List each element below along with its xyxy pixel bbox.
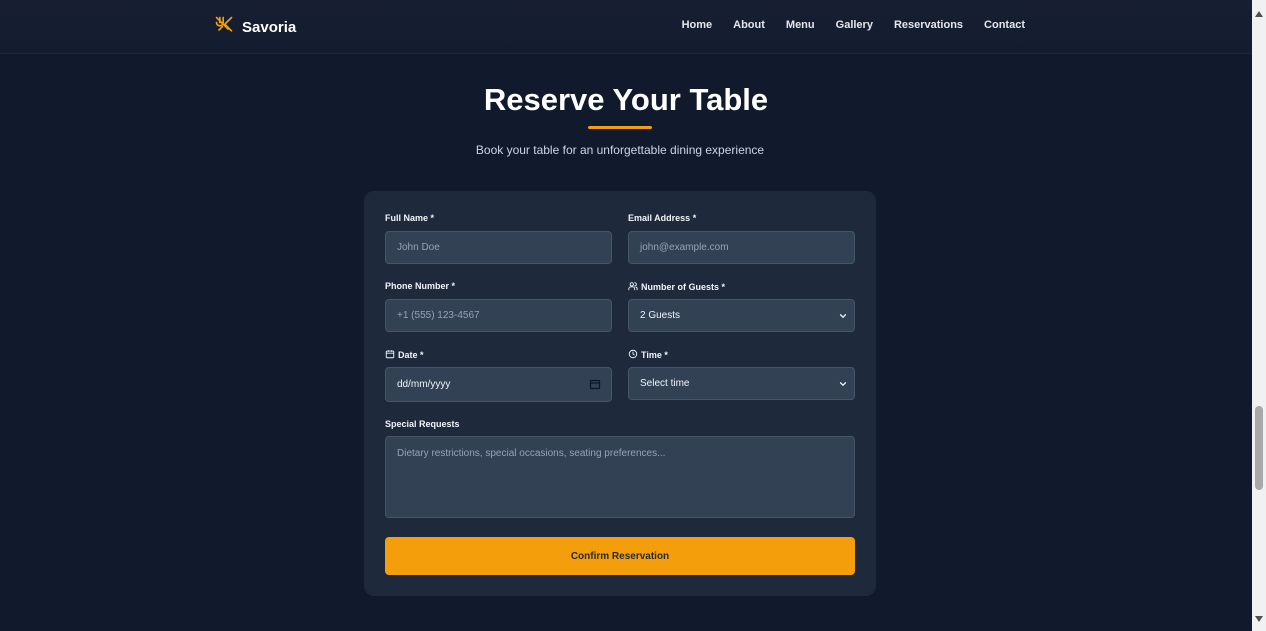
nav-reservations[interactable]: Reservations bbox=[894, 19, 963, 31]
nav-about[interactable]: About bbox=[733, 19, 765, 31]
time-select[interactable]: Select time bbox=[628, 367, 855, 400]
time-label: Time * bbox=[628, 349, 668, 361]
nav-gallery[interactable]: Gallery bbox=[836, 19, 873, 31]
confirm-reservation-button[interactable]: Confirm Reservation bbox=[385, 537, 855, 575]
phone-label-text: Phone Number * bbox=[385, 281, 456, 291]
nav-home[interactable]: Home bbox=[682, 19, 713, 31]
navbar: Savoria Home About Menu Gallery Reservat… bbox=[0, 0, 1252, 54]
scroll-down-arrow-icon[interactable] bbox=[1255, 609, 1263, 627]
special-requests-label-text: Special Requests bbox=[385, 419, 460, 429]
phone-label: Phone Number * bbox=[385, 281, 455, 291]
email-input[interactable]: john@example.com bbox=[628, 231, 855, 264]
calendar-picker-icon[interactable] bbox=[589, 378, 601, 393]
utensils-icon bbox=[214, 15, 234, 40]
time-label-text: Time * bbox=[641, 350, 668, 360]
guests-select[interactable]: 2 Guests bbox=[628, 299, 855, 332]
nav-contact[interactable]: Contact bbox=[984, 19, 1025, 31]
title-underline bbox=[588, 126, 652, 129]
time-value: Select time bbox=[640, 378, 690, 389]
scrollbar[interactable] bbox=[1252, 0, 1266, 631]
chevron-down-icon bbox=[838, 311, 848, 324]
full-name-label: Full Name * bbox=[385, 213, 434, 223]
email-label-text: Email Address * bbox=[628, 213, 697, 223]
main-nav: Home About Menu Gallery Reservations Con… bbox=[682, 19, 1025, 31]
phone-input[interactable]: +1 (555) 123-4567 bbox=[385, 299, 612, 332]
clock-icon bbox=[628, 349, 638, 361]
date-label: Date * bbox=[385, 349, 424, 361]
page-title: Reserve Your Table bbox=[483, 82, 769, 117]
guests-value: 2 Guests bbox=[640, 310, 681, 321]
date-label-text: Date * bbox=[398, 350, 424, 360]
full-name-label-text: Full Name * bbox=[385, 213, 435, 223]
email-placeholder: john@example.com bbox=[640, 242, 729, 253]
guests-label-text: Number of Guests * bbox=[641, 282, 726, 292]
date-input[interactable]: dd/mm/yyyy bbox=[385, 367, 612, 402]
special-requests-label: Special Requests bbox=[385, 419, 460, 429]
full-name-placeholder: John Doe bbox=[397, 242, 440, 253]
nav-menu[interactable]: Menu bbox=[786, 19, 815, 31]
page-subtitle: Book your table for an unforgettable din… bbox=[475, 143, 765, 157]
phone-placeholder: +1 (555) 123-4567 bbox=[397, 310, 480, 321]
scrollbar-thumb[interactable] bbox=[1255, 406, 1263, 490]
special-requests-textarea[interactable]: Dietary restrictions, special occasions,… bbox=[385, 436, 855, 518]
guests-label: Number of Guests * bbox=[628, 281, 725, 293]
date-placeholder: dd/mm/yyyy bbox=[397, 379, 451, 390]
calendar-icon bbox=[385, 349, 395, 361]
email-label: Email Address * bbox=[628, 213, 696, 223]
special-requests-placeholder: Dietary restrictions, special occasions,… bbox=[397, 448, 666, 459]
full-name-input[interactable]: John Doe bbox=[385, 231, 612, 264]
brand-name: Savoria bbox=[242, 18, 297, 36]
users-icon bbox=[628, 281, 638, 293]
scroll-up-arrow-icon[interactable] bbox=[1255, 4, 1263, 22]
chevron-down-icon bbox=[838, 379, 848, 392]
reservation-form: Full Name * John Doe Email Address * joh… bbox=[364, 191, 876, 596]
brand-logo[interactable]: Savoria bbox=[214, 15, 296, 39]
